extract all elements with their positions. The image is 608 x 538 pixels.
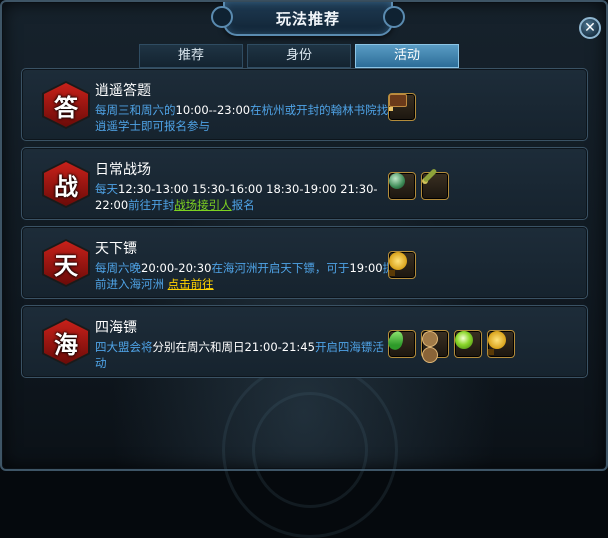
activity-card: 战 日常战场 每天12:30-13:00 15:30-16:00 18:30-1… [21,147,588,220]
activity-card: 答 逍遥答题 每周三和周六的10:00--23:00在杭州或开封的翰林书院找逍遥… [21,68,588,141]
desc-segment: 每天 [95,182,118,196]
reward-item-slot[interactable] [388,172,416,200]
activity-description: 四大盟会将分别在周六和周日21:00-21:45开启四海镖活动 [95,339,395,371]
desc-segment: 每周三和周六的 [95,103,176,117]
reward-item-slot[interactable] [487,330,515,358]
gold-coin-icon [488,331,514,357]
activity-title: 日常战场 [95,162,151,178]
desc-segment: 19:00 [349,261,383,275]
desc-segment: 前往开封 [128,198,175,212]
activity-badge: 战 [42,160,90,208]
tab-label: 活动 [393,48,420,63]
green-gem-icon [455,331,481,357]
activity-card: 海 四海镖 四大盟会将分别在周六和周日21:00-21:45开启四海镖活动 [21,305,588,378]
reward-item-slot[interactable] [388,251,416,279]
window-title: 玩法推荐 [275,9,340,28]
activity-description: 每天12:30-13:00 15:30-16:00 18:30-19:00 21… [95,181,395,213]
window-title-frame: 玩法推荐 [211,2,405,36]
desc-segment: 20:00-20:30 [141,261,212,275]
tab-recommend[interactable]: 推荐 [139,44,243,68]
activity-description: 每周六晚20:00-20:30在海河洲开启天下镖，可于19:00提前进入海河洲 … [95,260,395,292]
desc-segment: 在海河洲开启天下镖，可于 [211,261,350,275]
reward-item-slot[interactable] [454,330,482,358]
gold-coin-icon [389,252,415,278]
goto-link[interactable]: 点击前往 [168,277,214,291]
badge-glyph: 天 [54,250,78,280]
activity-title: 天下镖 [95,241,137,257]
close-button[interactable]: ✕ [579,17,601,39]
badge-glyph: 海 [54,329,78,359]
activity-card: 天 天下镖 每周六晚20:00-20:30在海河洲开启天下镖，可于19:00提前… [21,226,588,299]
activity-title: 四海镖 [95,320,137,336]
tab-label: 推荐 [177,48,204,63]
treasure-chest-icon [389,94,415,120]
background-ornament-inner [252,392,368,508]
tab-identity[interactable]: 身份 [247,44,351,68]
tab-label: 身份 [285,48,312,63]
activity-description: 每周三和周六的10:00--23:00在杭州或开封的翰林书院找逍遥学士即可报名参… [95,102,395,134]
reward-item-slot[interactable] [386,329,416,358]
green-scroll-icon [422,168,448,199]
badge-glyph: 答 [54,92,78,122]
close-icon: ✕ [584,20,596,36]
reward-item-slot[interactable] [388,93,416,121]
activity-recommend-window: 玩法推荐 ✕ 推荐 身份 活动 答 逍遥答题 每周三和周六的10:00--23:… [0,0,608,538]
npc-link[interactable]: 战场接引人 [174,198,232,212]
title-ornament-right [383,6,405,28]
title-ornament-left [211,6,233,28]
reward-item-slot[interactable] [421,168,449,200]
desc-segment: 四大盟会将 [95,340,153,354]
reward-item-slot[interactable] [421,330,449,363]
desc-segment: 每周六晚 [95,261,141,275]
activity-badge: 答 [42,81,90,129]
copper-coins-icon [422,331,448,363]
green-leaf-icon [386,329,415,357]
desc-segment: 21:00-21:45 [244,340,315,354]
desc-segment: 分别在周六和周日 [152,340,245,354]
activity-badge: 海 [42,318,90,366]
activity-badge: 天 [42,239,90,287]
tab-activity[interactable]: 活动 [355,44,459,68]
activity-title: 逍遥答题 [95,83,151,99]
jade-orb-icon [389,173,415,199]
desc-segment: 10:00--23:00 [175,103,251,117]
desc-segment: 报名 [231,198,255,212]
badge-glyph: 战 [54,171,78,201]
